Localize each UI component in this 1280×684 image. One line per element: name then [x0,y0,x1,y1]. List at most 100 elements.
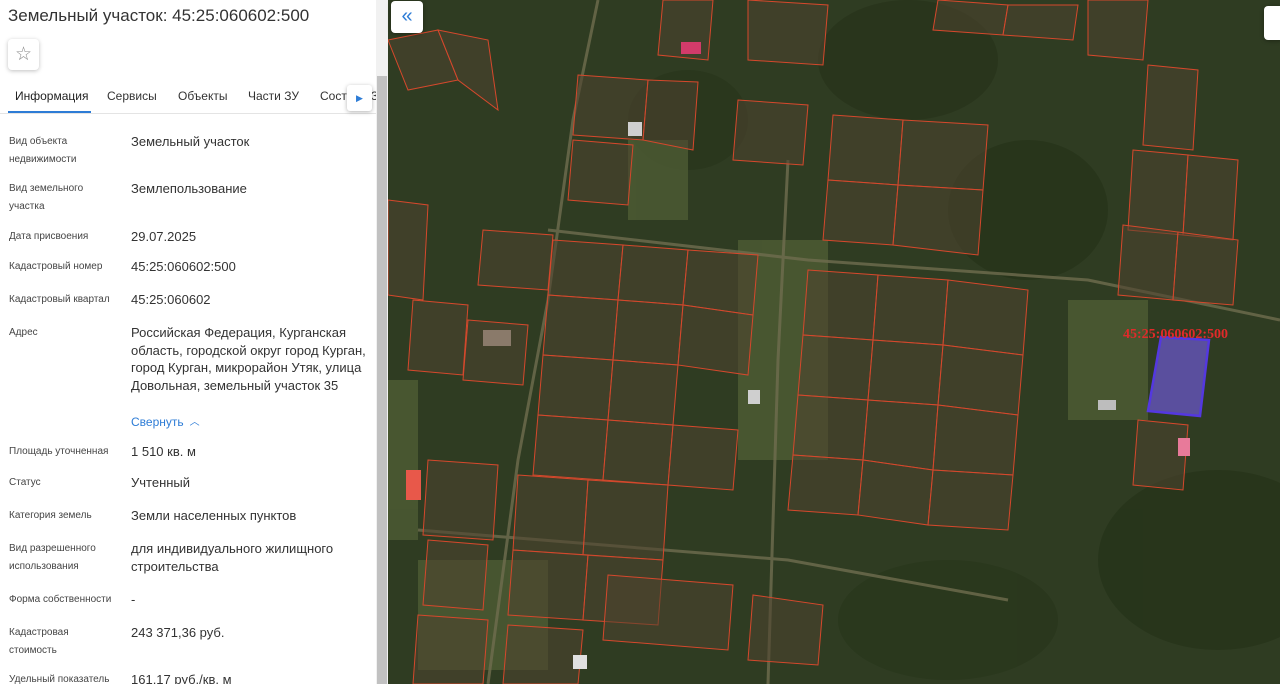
land-parcel[interactable] [407,299,469,376]
property-label: Вид земельного участка [9,183,84,212]
land-parcel[interactable] [502,624,584,684]
status-value: Учтенный [131,475,191,490]
land-parcel[interactable] [682,249,759,316]
property-label: Удельный показатель [9,674,110,684]
property-value: - [131,592,136,607]
land-parcel[interactable] [542,294,619,361]
land-parcel[interactable] [602,419,674,486]
app-root: Земельный участок: 45:25:060602:500 ☆ Ин… [0,0,1280,684]
property-value: 161,17 руб./кв. м [131,672,232,684]
property-label: Кадастровый квартал [9,294,110,305]
land-parcel[interactable] [1182,154,1239,241]
land-parcel[interactable] [462,319,529,386]
land-parcel[interactable] [872,274,949,346]
land-parcel[interactable] [388,199,429,301]
land-parcel[interactable] [1087,0,1149,61]
triangle-right-icon: ▶ [356,93,363,103]
land-parcel[interactable] [422,539,489,611]
land-parcel[interactable] [792,394,869,461]
active-tab-indicator [8,111,91,113]
land-parcel[interactable] [732,99,809,166]
map-canvas[interactable]: 45:25:060602:500 [388,0,1280,684]
page-title: Земельный участок: 45:25:060602:500 [8,6,310,25]
chevron-up-icon: ︿ [189,417,200,428]
property-label: Площадь уточненная [9,446,109,457]
land-parcel[interactable] [567,139,634,206]
property-label: Статус [9,477,41,488]
land-parcel[interactable] [822,179,899,246]
land-parcel[interactable] [642,79,699,151]
land-parcel[interactable] [857,459,934,526]
property-value: 45:25:060602 [131,292,211,307]
map-control-button[interactable] [1264,6,1280,40]
land-parcel[interactable] [942,279,1029,356]
property-value: Земельный участок [131,134,250,149]
tab-services[interactable]: Сервисы [107,89,157,103]
property-label: Адрес [9,327,38,338]
land-parcel[interactable] [932,0,1009,36]
land-parcel[interactable] [422,459,499,541]
info-panel: Земельный участок: 45:25:060602:500 ☆ Ин… [0,0,388,684]
land-parcel[interactable] [932,404,1019,476]
land-parcel[interactable] [892,184,984,256]
land-parcel[interactable] [512,474,589,556]
land-parcel[interactable] [537,354,614,421]
property-label: Категория земель [9,510,92,521]
land-parcel[interactable] [412,614,489,684]
land-parcel[interactable] [897,119,989,191]
land-parcel[interactable] [867,339,944,406]
favorite-button[interactable]: ☆ [8,39,39,70]
land-parcel[interactable] [1117,224,1179,301]
property-label: Вид разрешенного использования [9,543,96,572]
property-label: Дата присвоения [9,231,89,242]
land-parcel[interactable] [827,114,904,186]
land-parcel[interactable] [787,454,864,516]
tab-scroll-right-button[interactable]: ▶ [347,85,372,111]
land-parcel[interactable] [582,479,669,561]
land-parcel[interactable] [547,239,624,301]
land-parcel[interactable] [1002,4,1079,41]
star-outline-icon: ☆ [14,44,33,65]
property-value: Земли населенных пунктов [131,508,297,523]
cadastral-value: 243 371,36 руб. [131,625,225,640]
land-parcel[interactable] [612,299,684,366]
land-parcel[interactable] [532,414,609,481]
panel-scrollbar[interactable] [376,0,388,684]
tab-objects[interactable]: Объекты [178,89,228,103]
land-parcel[interactable] [602,574,734,651]
property-label: Форма собственности [9,594,112,605]
cadastral-number: 45:25:060602:500 [131,259,236,274]
land-parcel[interactable] [1172,231,1239,306]
collapse-address-link[interactable]: Свернуть ︿ [131,414,200,429]
land-parcel[interactable] [667,424,739,491]
satellite-map[interactable]: 45:25:060602:500 [388,0,1280,684]
land-parcel[interactable] [477,229,554,291]
scrollbar-thumb[interactable] [377,76,387,684]
property-value: для индивидуального жилищного строительс… [131,541,334,574]
property-label: Кадастровая стоимость [9,627,69,656]
land-parcel[interactable] [797,334,874,401]
area-value: 1 510 кв. м [131,444,196,459]
collapse-panel-button[interactable]: « [391,1,423,33]
land-parcel[interactable] [747,594,824,666]
land-parcel[interactable] [927,469,1014,531]
land-parcel[interactable] [1142,64,1199,151]
land-parcel[interactable] [1127,149,1189,236]
property-value: Землепользование [131,181,247,196]
land-parcel[interactable] [937,344,1024,416]
property-label: Вид объекта недвижимости [9,136,77,165]
land-parcel[interactable] [507,549,589,621]
double-chevron-left-icon: « [401,5,413,27]
collapse-label: Свернуть [131,415,184,429]
land-parcel[interactable] [802,269,879,341]
land-parcel[interactable] [862,399,939,471]
property-value: 29.07.2025 [131,229,197,244]
land-parcel[interactable] [747,0,829,66]
property-label: Кадастровый номер [9,261,103,272]
land-parcel[interactable] [617,244,689,306]
land-parcel[interactable] [607,359,679,426]
land-parcel[interactable] [677,304,754,376]
tab-information[interactable]: Информация [15,89,88,103]
tab-land-parts[interactable]: Части ЗУ [248,89,299,103]
address-value: Российская Федерация, Курганская область… [131,325,366,393]
